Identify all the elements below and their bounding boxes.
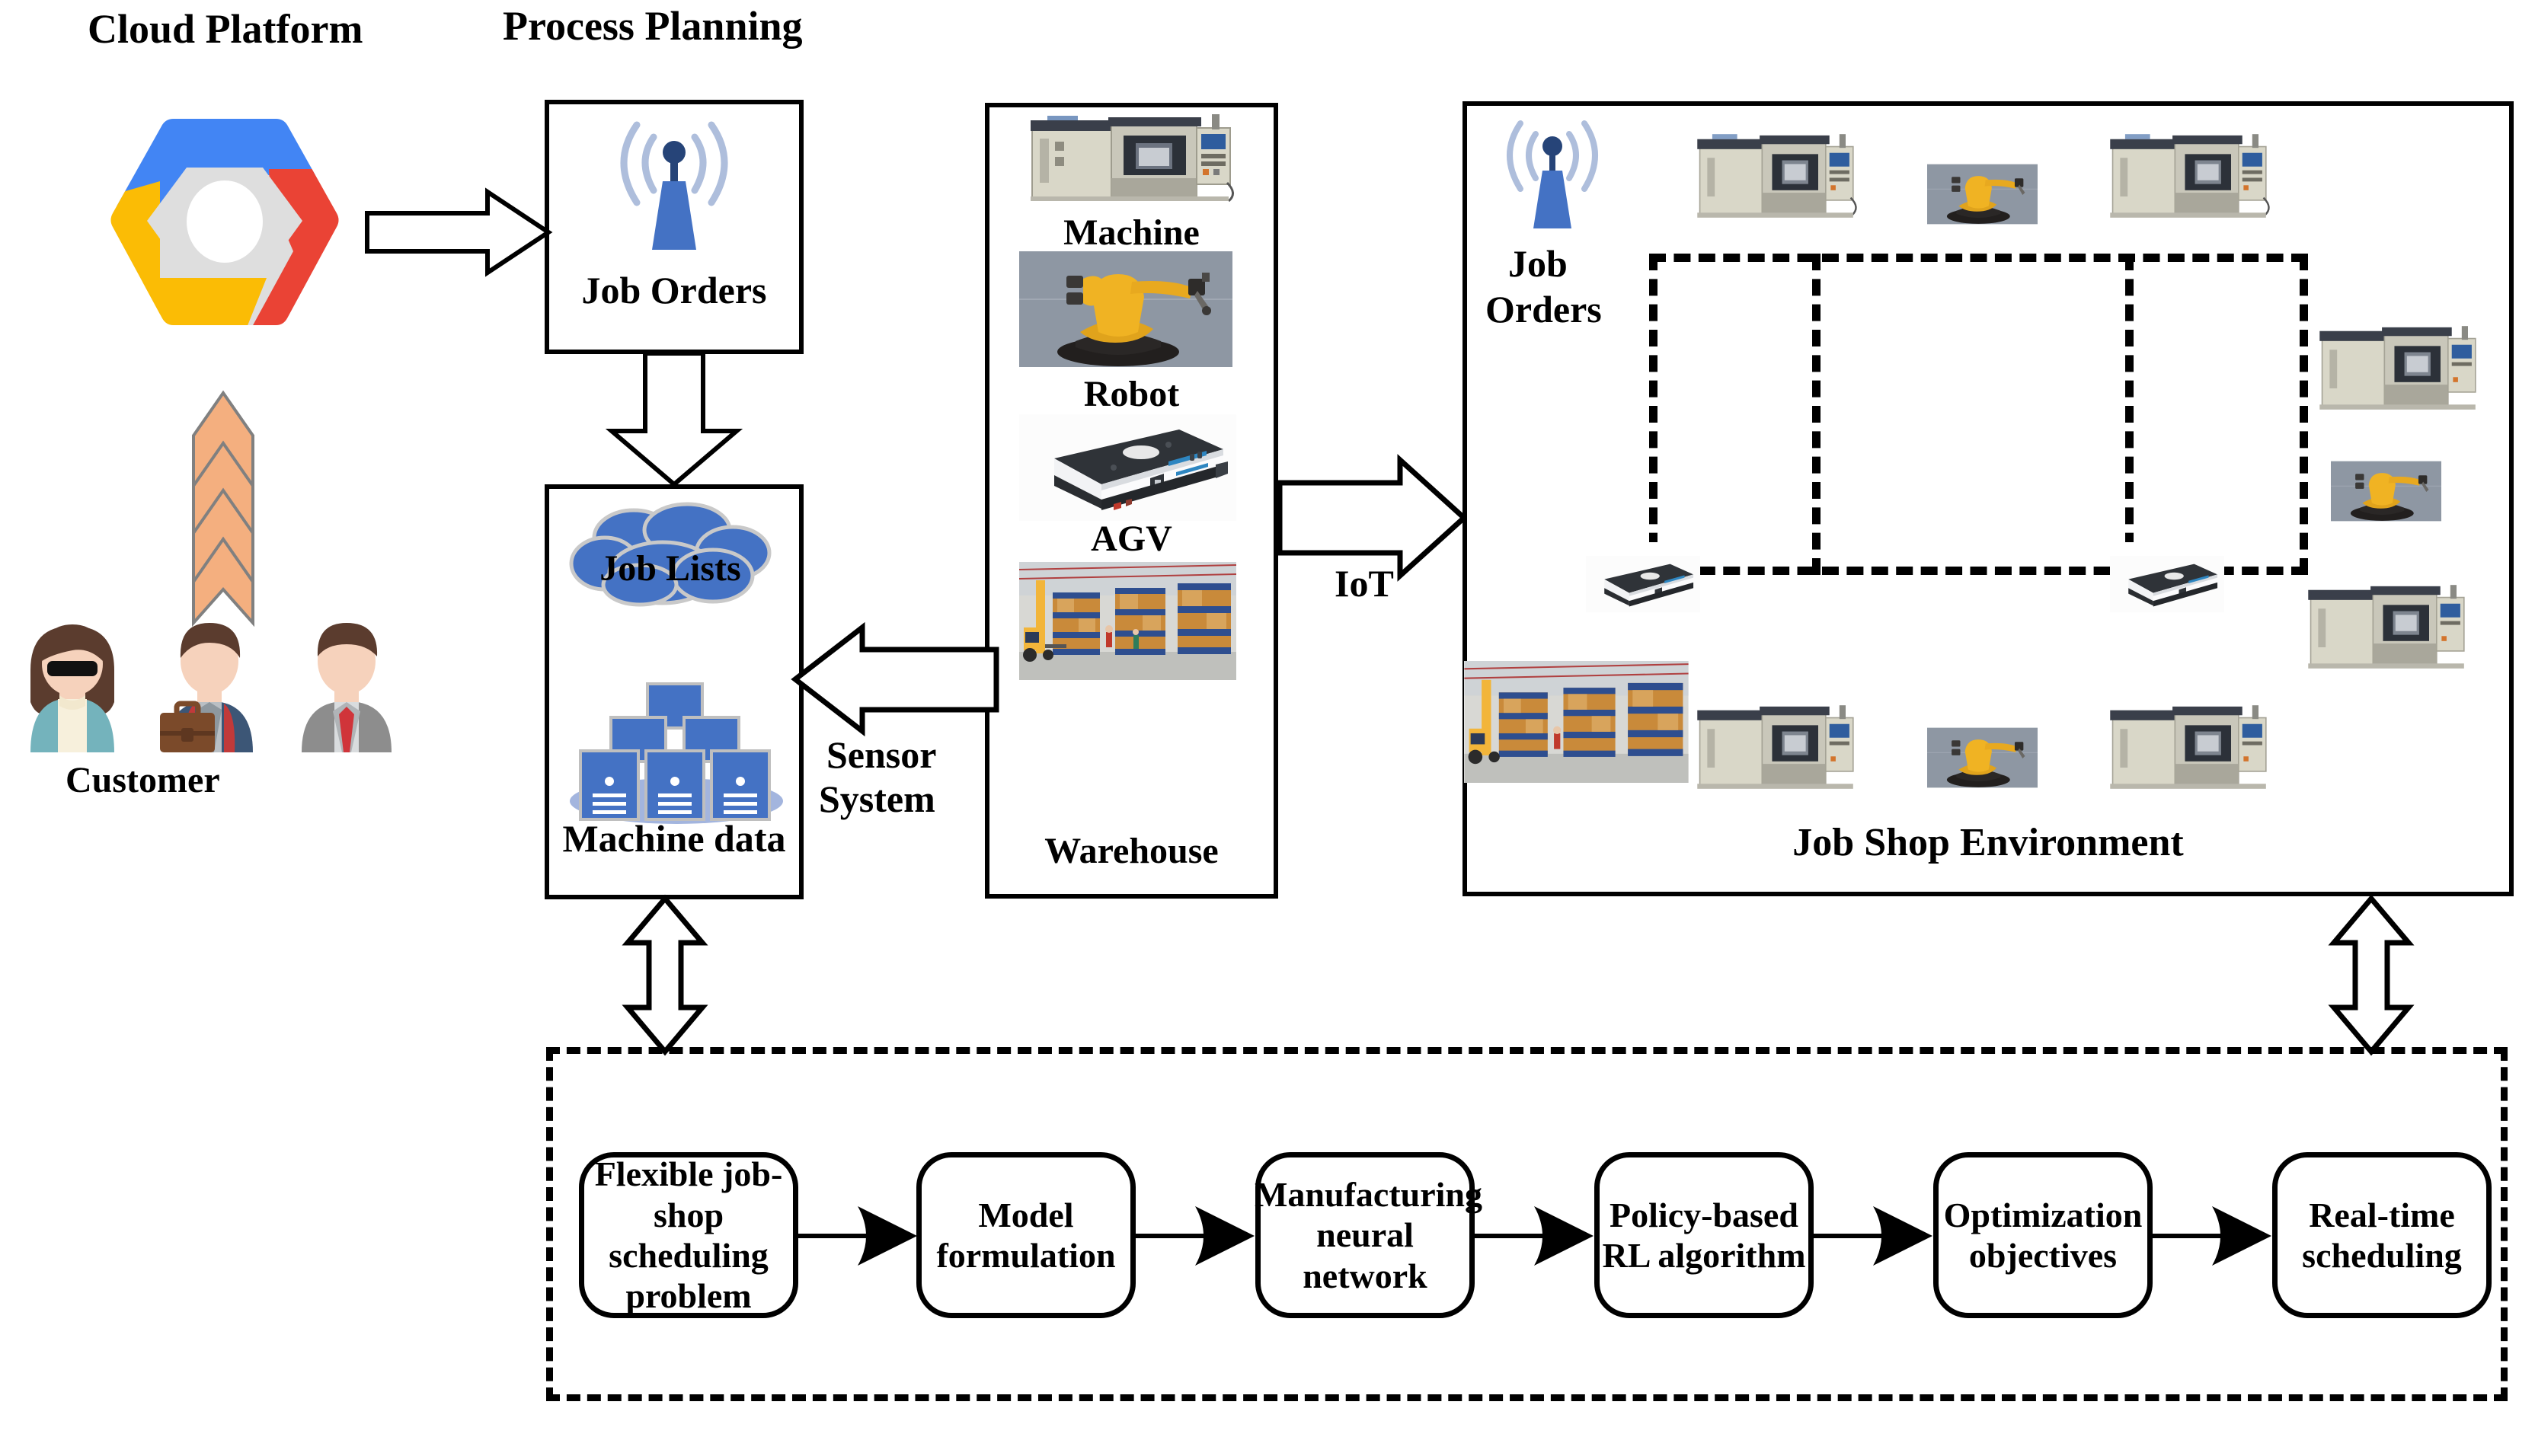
workflow-step-2[interactable]: Model formulation (916, 1152, 1136, 1318)
agv-route-divider-left (1812, 254, 1821, 575)
cnc-machine-photo (1025, 113, 1238, 212)
customer-avatars (8, 617, 434, 754)
sensor-system-label-line2: System (819, 777, 935, 820)
jobshop-antenna-tower-icon (1499, 114, 1606, 232)
jobshop-machine-top-left (1689, 128, 1865, 231)
jobshop-job-orders-line1: Job (1508, 242, 1568, 285)
machine-data-label: Machine data (562, 817, 786, 860)
machine-data-servers-icon (564, 678, 785, 824)
job-lists-label: Job Lists (599, 548, 741, 589)
arrow-sensor-to-joblists (791, 621, 999, 737)
jobshop-warehouse (1464, 661, 1689, 783)
jobshop-machine-bottom-right (2102, 699, 2278, 802)
jobshop-robot-bottom (1927, 708, 2038, 807)
jobshop-agv-right (2110, 542, 2224, 626)
arrow-jobshop-workflow-bidirectional (2328, 894, 2415, 1056)
agv-route-dashed-path (1649, 254, 2308, 575)
jobshop-job-orders-line2: Orders (1485, 288, 1602, 330)
iot-label: IoT (1335, 562, 1394, 605)
job-orders-label: Job Orders (581, 269, 767, 311)
sensor-item-caption-warehouse: Warehouse (1044, 831, 1219, 871)
arrow-job-orders-to-job-lists (605, 351, 743, 487)
workflow-step-4[interactable]: Policy-based RL algorithm (1594, 1152, 1814, 1318)
arrow-cloud-to-job-orders (365, 187, 553, 277)
jobshop-machine-right-lower (2300, 579, 2476, 682)
jobshop-machine-right-upper (2312, 320, 2487, 423)
robot-arm-photo (1019, 251, 1232, 367)
agv-photo (1019, 414, 1236, 521)
chevron-up-stack-icon (189, 390, 257, 627)
arrow-joblists-workflow-bidirectional (622, 894, 708, 1056)
jobshop-agv-left (1586, 542, 1700, 626)
workflow-dashed-container (546, 1047, 2508, 1401)
sensor-item-caption-agv: AGV (1091, 519, 1172, 559)
sensor-system-label-line1: Sensor (826, 733, 937, 776)
sensor-item-caption-robot: Robot (1083, 374, 1180, 414)
cloud-platform-logo (107, 114, 343, 335)
jobshop-machine-bottom-left (1689, 699, 1865, 802)
job-shop-environment-caption: Job Shop Environment (1792, 821, 2184, 864)
process-planning-title: Process Planning (503, 3, 803, 49)
agv-route-divider-right (2125, 254, 2134, 575)
jobshop-robot-top (1927, 145, 2038, 244)
workflow-step-3[interactable]: Manufacturing neural network (1255, 1152, 1482, 1318)
jobshop-robot-right (2331, 442, 2441, 541)
cloud-platform-title: Cloud Platform (88, 6, 363, 52)
warehouse-photo (1018, 562, 1237, 680)
workflow-step-6[interactable]: Real-time scheduling (2272, 1152, 2492, 1318)
workflow-step-5[interactable]: Optimization objectives (1933, 1152, 2153, 1318)
jobshop-machine-top-right (2102, 128, 2278, 231)
customer-label: Customer (66, 760, 220, 800)
workflow-step-1[interactable]: Flexible job-shop scheduling problem (579, 1152, 798, 1318)
sensor-item-caption-machine: Machine (1063, 212, 1200, 253)
antenna-tower-icon (609, 114, 739, 255)
